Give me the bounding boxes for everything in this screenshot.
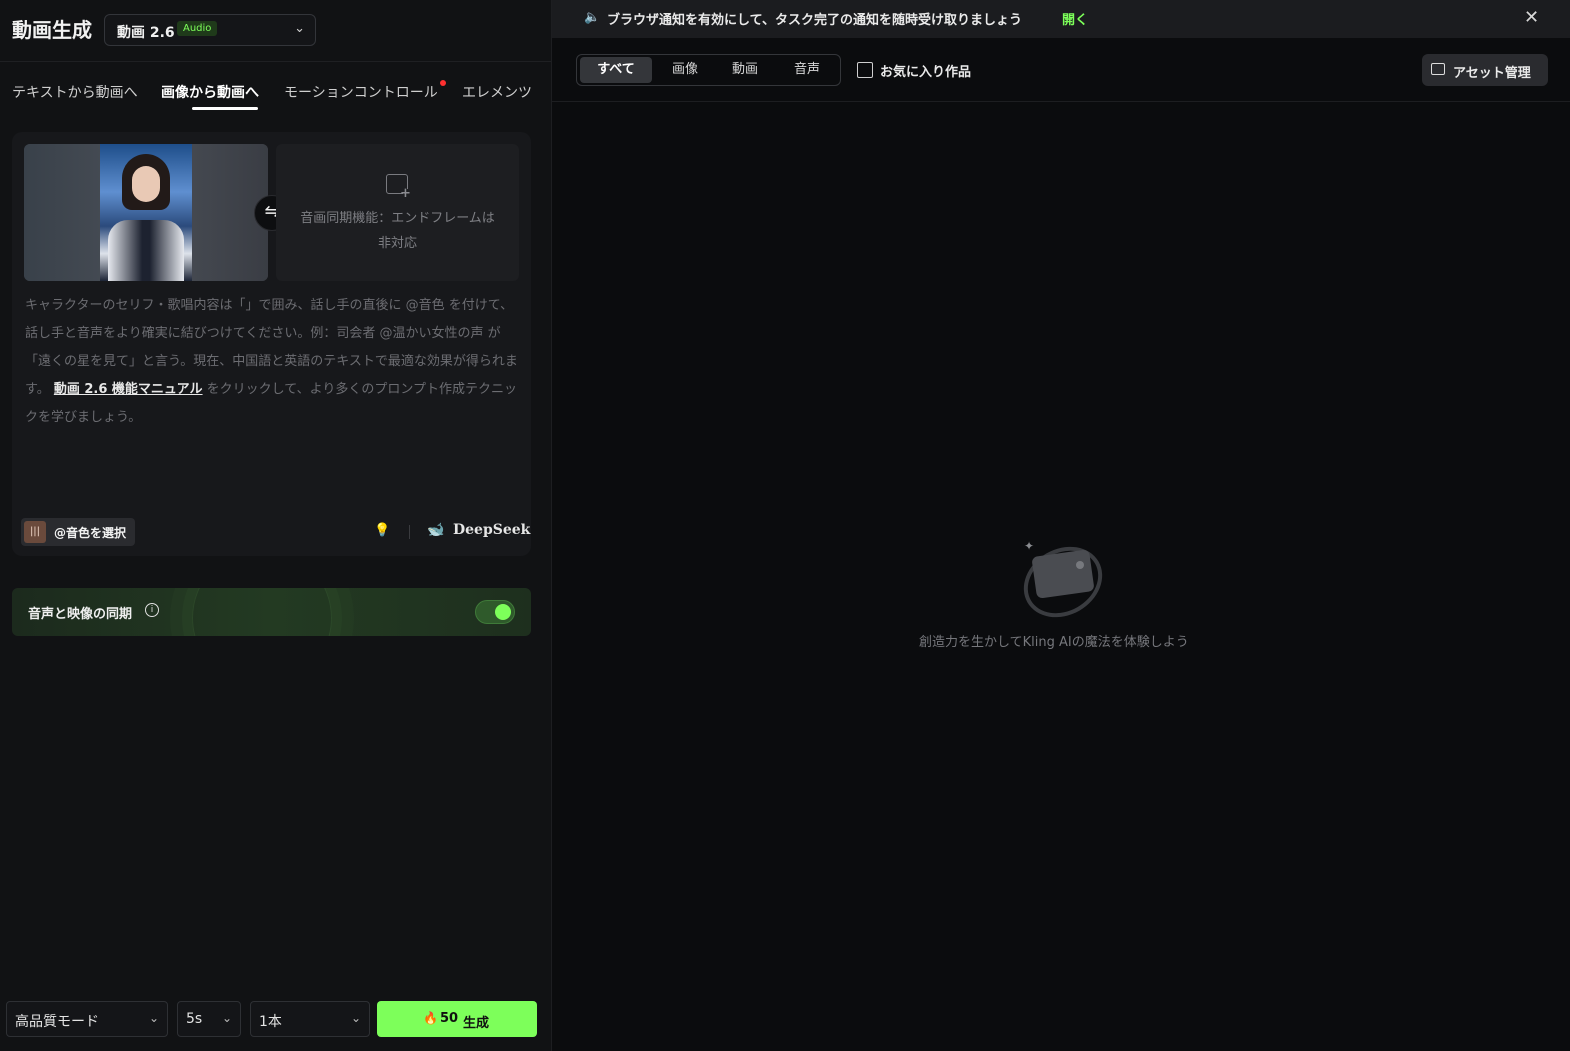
new-dot-badge bbox=[440, 80, 446, 86]
info-icon[interactable]: i bbox=[145, 603, 159, 617]
sparkle-icon: ✦ bbox=[1024, 539, 1035, 553]
notification-banner: 🔈 ブラウザ通知を有効にして、タスク完了の通知を随時受け取りましょう 開く ✕ bbox=[552, 0, 1570, 38]
notice-open-link[interactable]: 開く bbox=[1062, 9, 1088, 28]
lightbulb-icon[interactable]: 💡 bbox=[374, 523, 390, 541]
deepseek-icon[interactable]: 🐋 bbox=[427, 522, 444, 538]
folder-icon bbox=[1431, 63, 1445, 75]
speaker-icon: 🔈 bbox=[584, 10, 601, 25]
tab-motion-control[interactable]: モーションコントロール bbox=[284, 82, 438, 102]
favorites-label[interactable]: お気に入り作品 bbox=[880, 61, 971, 80]
audio-video-sync-bar: 音声と映像の同期 i bbox=[12, 588, 531, 636]
flame-icon: 🔥 bbox=[423, 1011, 438, 1025]
tab-image-to-video[interactable]: 画像から動画へ bbox=[161, 82, 259, 102]
chevron-down-icon: ⌄ bbox=[294, 21, 305, 36]
filter-video[interactable]: 動画 bbox=[717, 57, 773, 83]
manual-link[interactable]: 動画 2.6 機能マニュアル bbox=[54, 382, 203, 397]
prompt-input[interactable]: キャラクターのセリフ・歌唱内容は「」で囲み、話し手の直後に @音色 を付けて、話… bbox=[25, 292, 522, 432]
end-frame-upload[interactable]: + 音画同期機能：エンドフレームは非対応 bbox=[276, 144, 519, 281]
end-frame-notice: 音画同期機能：エンドフレームは非対応 bbox=[300, 211, 495, 251]
count-select[interactable]: 1本 ⌄ bbox=[250, 1001, 370, 1037]
audio-badge: Audio bbox=[177, 21, 218, 36]
model-select[interactable]: 動画 2.6 Audio ⌄ bbox=[104, 14, 316, 46]
tab-elements[interactable]: エレメンツ bbox=[462, 82, 532, 102]
chevron-down-icon: ⌄ bbox=[221, 1011, 232, 1025]
asset-management-label: アセット管理 bbox=[1453, 66, 1531, 81]
empty-state-illustration: ✦ bbox=[1010, 532, 1116, 632]
notice-text: ブラウザ通知を有効にして、タスク完了の通知を随時受け取りましょう bbox=[607, 13, 1022, 28]
generate-button[interactable]: 🔥 50 生成 bbox=[377, 1001, 537, 1037]
deepseek-label[interactable]: DeepSeek bbox=[453, 522, 530, 538]
left-panel: 動画生成 動画 2.6 Audio ⌄ テキストから動画へ 画像から動画へ モー… bbox=[0, 0, 552, 1051]
empty-state-text: 創造力を生かしてKling AIの魔法を体験しよう bbox=[919, 635, 1189, 650]
quality-mode-select[interactable]: 高品質モード ⌄ bbox=[6, 1001, 168, 1037]
select-voice-button[interactable]: ||| @音色を選択 bbox=[21, 518, 135, 546]
duration-select[interactable]: 5s ⌄ bbox=[177, 1001, 241, 1037]
filter-image[interactable]: 画像 bbox=[657, 57, 713, 83]
start-frame-image bbox=[100, 144, 192, 281]
filter-audio[interactable]: 音声 bbox=[779, 57, 835, 83]
favorites-checkbox[interactable] bbox=[857, 62, 873, 78]
plus-icon: + bbox=[400, 186, 411, 201]
input-card: ⇋ + 音画同期機能：エンドフレームは非対応 キャラクターのセリフ・歌唱内容は「… bbox=[12, 132, 531, 556]
divider bbox=[552, 101, 1570, 102]
filter-all[interactable]: すべて bbox=[580, 57, 652, 83]
generate-label: 生成 bbox=[463, 1016, 490, 1031]
count-value: 1本 bbox=[259, 1014, 282, 1030]
quality-mode-value: 高品質モード bbox=[15, 1014, 99, 1030]
close-icon[interactable]: ✕ bbox=[1524, 7, 1539, 28]
toggle-knob bbox=[495, 604, 511, 620]
sync-toggle[interactable] bbox=[475, 600, 515, 624]
sync-label: 音声と映像の同期 bbox=[28, 607, 133, 622]
asset-management-button[interactable]: アセット管理 bbox=[1422, 54, 1548, 86]
credit-cost: 50 bbox=[440, 1011, 459, 1026]
tab-text-to-video[interactable]: テキストから動画へ bbox=[12, 82, 138, 102]
divider bbox=[409, 525, 410, 539]
waveform-icon: ||| bbox=[24, 521, 46, 543]
start-frame-upload[interactable] bbox=[24, 144, 268, 281]
chevron-down-icon: ⌄ bbox=[350, 1011, 361, 1025]
select-voice-label: @音色を選択 bbox=[54, 526, 127, 540]
active-tab-indicator bbox=[192, 107, 258, 110]
panel-header: 動画生成 動画 2.6 Audio ⌄ bbox=[0, 0, 551, 62]
duration-value: 5s bbox=[186, 1011, 203, 1027]
page-title: 動画生成 bbox=[12, 18, 92, 42]
chevron-down-icon: ⌄ bbox=[148, 1011, 159, 1025]
filter-tabs: すべて 画像 動画 音声 bbox=[576, 54, 841, 86]
model-name: 動画 2.6 bbox=[117, 25, 175, 41]
